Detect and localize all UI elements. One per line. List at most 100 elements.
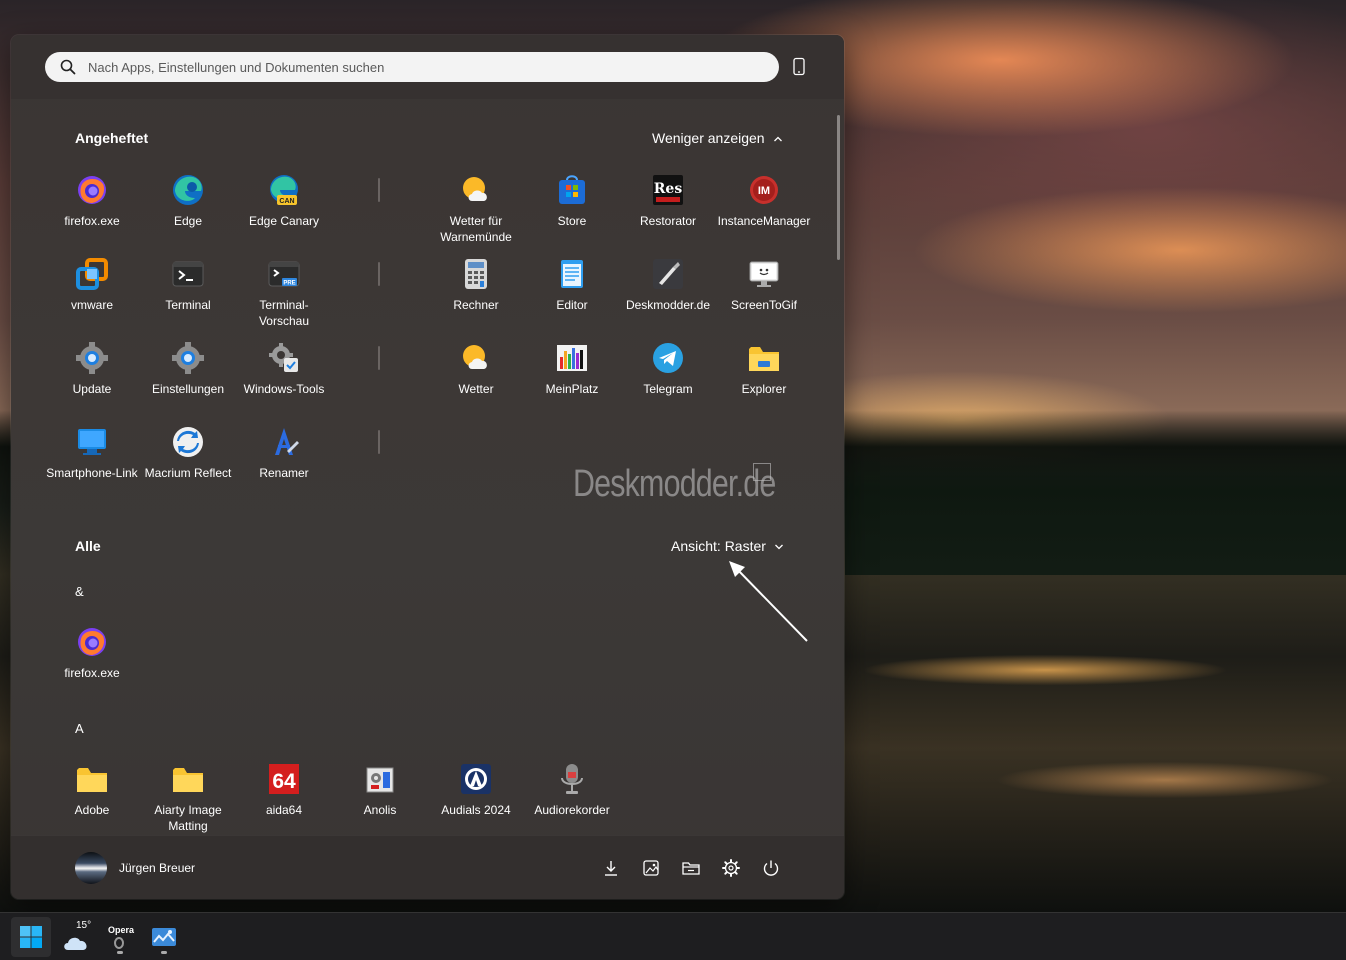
pinned-app-update[interactable]: Update [44, 341, 140, 425]
aida64-icon: 64 [267, 762, 301, 796]
edge-icon [171, 173, 205, 207]
phone-link-icon[interactable] [791, 57, 807, 77]
weather-temperature: 15° [76, 920, 92, 931]
pinned-app-macrium-reflect[interactable]: Macrium Reflect [140, 425, 236, 509]
search-icon [60, 59, 76, 75]
pictures-icon[interactable] [641, 858, 661, 878]
instancemanager-icon: IM [747, 173, 781, 207]
pinned-app-explorer[interactable]: Explorer [716, 341, 812, 425]
telegram-icon [651, 341, 685, 375]
search-input[interactable] [88, 59, 748, 75]
notepad-icon [555, 257, 589, 291]
pinned-app-renamer[interactable]: Renamer [236, 425, 332, 509]
user-name[interactable]: Jürgen Breuer [119, 861, 195, 875]
folder-icon [171, 762, 205, 796]
scrollbar-thumb[interactable] [837, 115, 840, 260]
pinned-app-windows-tools[interactable]: Windows-Tools [236, 341, 332, 425]
smartphone-link-icon [75, 425, 109, 459]
windows-tools-icon [267, 341, 301, 375]
download-icon[interactable] [601, 858, 621, 878]
pinned-app-meinplatz[interactable]: MeinPlatz [524, 341, 620, 425]
all-app-adobe[interactable]: Adobe [44, 762, 140, 846]
cloud-icon [64, 937, 87, 950]
anolis-icon [363, 762, 397, 796]
restorator-icon: Res [651, 173, 685, 207]
wallpaper-reflection [845, 640, 1346, 700]
calculator-icon [459, 257, 493, 291]
watermark-logo-icon [753, 463, 771, 481]
pinned-app-settings[interactable]: Einstellungen [140, 341, 236, 425]
all-app-aiarty[interactable]: Aiarty Image Matting [140, 762, 236, 846]
folder-icon [747, 341, 781, 375]
pinned-app-editor[interactable]: Editor [524, 257, 620, 341]
pinned-app-deskmodder[interactable]: Deskmodder.de [620, 257, 716, 341]
terminal-preview-badge: PRE [283, 281, 295, 287]
show-less-label: Weniger anzeigen [652, 130, 765, 146]
taskbar-photos[interactable] [144, 917, 184, 957]
all-app-anolis[interactable]: Anolis [332, 762, 428, 846]
deskmodder-icon [651, 257, 685, 291]
running-indicator [161, 951, 167, 954]
all-app-audials[interactable]: Audials 2024 [428, 762, 524, 846]
pinned-app-store[interactable]: Store [524, 173, 620, 257]
all-app-aida64[interactable]: 64 aida64 [236, 762, 332, 846]
settings-icon [171, 341, 205, 375]
annotation-arrow-icon [729, 561, 808, 642]
power-icon[interactable] [761, 858, 781, 878]
pinned-app-weather-warnemuende[interactable]: Wetter für Warnemünde [428, 173, 524, 257]
taskbar-weather[interactable]: 15° [56, 917, 96, 957]
edge-canary-icon: CAN [267, 173, 301, 207]
pinned-app-telegram[interactable]: Telegram [620, 341, 716, 425]
search-box[interactable] [45, 52, 779, 82]
pinned-app-restorator[interactable]: Res Restorator [620, 173, 716, 257]
pinned-divider [378, 430, 380, 454]
pinned-app-calculator[interactable]: Rechner [428, 257, 524, 341]
wallpaper-forest [845, 455, 1346, 575]
firefox-icon [75, 625, 109, 659]
terminal-icon [171, 257, 205, 291]
opera-icon [114, 937, 124, 949]
settings-gear-icon[interactable] [721, 858, 741, 878]
folder-icon [75, 762, 109, 796]
weather-icon [459, 173, 493, 207]
all-app-audiorekorder[interactable]: Audiorekorder [524, 762, 620, 846]
screentogif-icon [747, 257, 781, 291]
view-mode-label: Ansicht: Raster [671, 538, 766, 554]
all-apps-title: Alle [75, 538, 101, 554]
instancemanager-logo: IM [758, 185, 770, 197]
taskbar-opera[interactable]: Opera [100, 917, 140, 957]
chevron-down-icon [774, 538, 784, 554]
file-explorer-icon[interactable] [681, 858, 701, 878]
group-letter-a[interactable]: A [75, 721, 84, 736]
wallpaper-reflection-2 [845, 740, 1346, 820]
store-icon [555, 173, 589, 207]
pinned-app-weather[interactable]: Wetter [428, 341, 524, 425]
microphone-icon [555, 762, 589, 796]
pinned-app-edge-canary[interactable]: CAN Edge Canary [236, 173, 332, 257]
search-area [11, 35, 844, 99]
pinned-app-edge[interactable]: Edge [140, 173, 236, 257]
user-avatar[interactable] [75, 852, 107, 884]
restorator-logo: Res [654, 181, 683, 197]
show-less-button[interactable]: Weniger anzeigen [652, 130, 783, 146]
pinned-app-terminal[interactable]: Terminal [140, 257, 236, 341]
photos-icon [152, 928, 176, 946]
pinned-app-terminal-preview[interactable]: PRE Terminal-Vorschau [236, 257, 332, 341]
pinned-app-instancemanager[interactable]: IM InstanceManager [716, 173, 812, 257]
pinned-divider [378, 262, 380, 286]
deskmodder-watermark: Deskmodder.de [573, 463, 776, 505]
gear-icon [75, 341, 109, 375]
pinned-app-vmware[interactable]: vmware [44, 257, 140, 341]
weather-icon [459, 341, 493, 375]
pinned-app-screentogif[interactable]: ScreenToGif [716, 257, 812, 341]
all-app-firefox[interactable]: firefox.exe [44, 625, 140, 709]
view-mode-dropdown[interactable]: Ansicht: Raster [671, 538, 784, 554]
group-letter-ampersand[interactable]: & [75, 584, 84, 599]
pinned-app-firefox[interactable]: firefox.exe [44, 173, 140, 257]
pinned-divider [378, 346, 380, 370]
edge-canary-badge: CAN [279, 198, 294, 205]
opera-label: Opera [108, 925, 135, 935]
firefox-icon [75, 173, 109, 207]
start-button[interactable] [11, 917, 51, 957]
pinned-app-smartphone-link[interactable]: Smartphone-Link [44, 425, 140, 509]
